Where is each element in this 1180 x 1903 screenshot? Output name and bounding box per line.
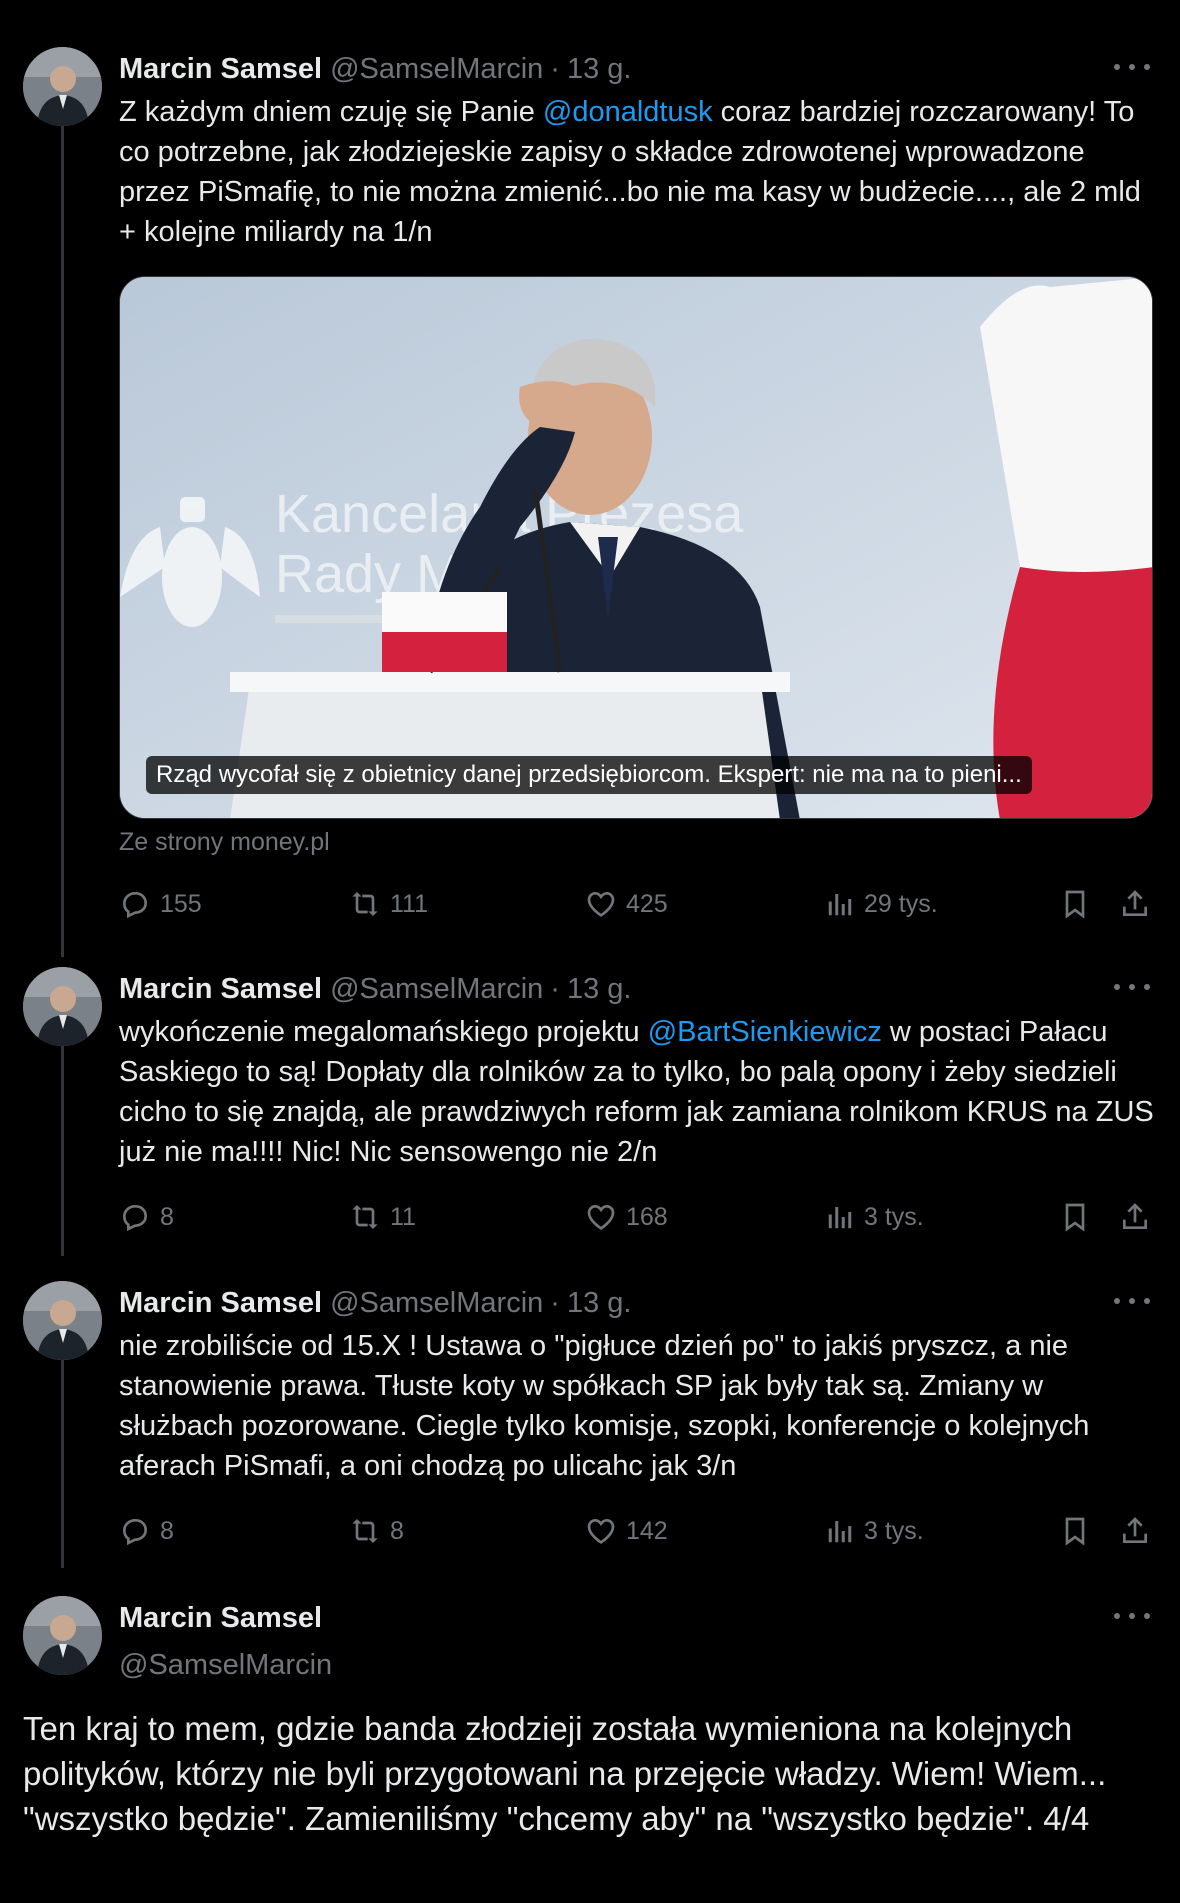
tweet-text-part: Z każdym dniem czuję się Panie [119,96,543,128]
reply-icon [122,1205,148,1232]
views-chart-icon [828,1521,852,1543]
tweet-text: Z każdym dniem czuję się Panie @donaldtu… [119,92,1159,252]
like-button[interactable]: 168 [585,1197,668,1237]
mention-link[interactable]: @donaldtusk [543,96,713,128]
more-options-icon[interactable] [1114,977,1150,997]
bookmark-icon [1065,1517,1085,1546]
tweet-4-focused[interactable]: Marcin Samsel @SamselMarcin Ten kraj to … [0,1596,1180,1896]
separator-dot: · [550,1286,560,1319]
avatar[interactable] [23,47,102,126]
author-handle[interactable]: @SamselMarcin [330,973,543,1006]
avatar[interactable] [23,1596,102,1675]
bookmark-button[interactable] [1059,884,1091,924]
repost-icon [352,1519,378,1543]
reply-count: 155 [160,889,202,918]
tweet-header: Marcin Samsel @SamselMarcin · 13 g. [119,1286,631,1320]
separator-dot: · [550,52,560,85]
share-button[interactable] [1119,884,1151,924]
reply-count: 8 [160,1516,174,1545]
tweet-text-part: wykończenie megalomańskiego projektu [119,1016,648,1048]
views-button[interactable]: 3 tys. [825,1511,924,1551]
like-button[interactable]: 425 [585,884,668,924]
share-button[interactable] [1119,1511,1151,1551]
card-image: Kancelaria Prezesa Rady Ministrów [120,277,1152,818]
share-icon [1123,1203,1147,1229]
share-icon [1123,1517,1147,1543]
author-handle[interactable]: @SamselMarcin [330,1287,543,1320]
like-count: 425 [626,889,668,918]
reply-button[interactable]: 155 [119,884,202,924]
author-handle[interactable]: @SamselMarcin [330,53,543,86]
repost-button[interactable]: 11 [349,1197,416,1237]
views-button[interactable]: 29 tys. [825,884,938,924]
views-count: 29 tys. [864,889,938,918]
views-count: 3 tys. [864,1202,924,1231]
author-name[interactable]: Marcin Samsel [119,1602,322,1635]
timestamp[interactable]: 13 g. [567,1287,632,1320]
tweet-3[interactable]: Marcin Samsel @SamselMarcin · 13 g. nie … [0,1281,1180,1581]
share-button[interactable] [1119,1197,1151,1237]
bookmark-button[interactable] [1059,1197,1091,1237]
share-icon [1123,890,1147,916]
author-name[interactable]: Marcin Samsel [119,973,322,1006]
more-options-icon[interactable] [1114,1291,1150,1311]
views-chart-icon [828,894,852,916]
timestamp[interactable]: 13 g. [567,53,632,86]
repost-count: 8 [390,1516,404,1545]
author-name[interactable]: Marcin Samsel [119,53,322,86]
mention-link[interactable]: @BartSienkiewicz [648,1016,882,1048]
author-name[interactable]: Marcin Samsel [119,1287,322,1320]
repost-button[interactable]: 111 [349,884,428,924]
heart-icon [587,891,615,917]
tweet-text: nie zrobiliście od 15.X ! Ustawa o "pigł… [119,1330,1090,1482]
more-options-icon[interactable] [1114,57,1150,77]
tweet-actions: 155 111 425 29 tys. [119,884,1159,924]
tweet-2[interactable]: Marcin Samsel @SamselMarcin · 13 g. wyko… [0,967,1180,1267]
tweet-text: Ten kraj to mem, gdzie banda złodzieji z… [23,1710,1107,1837]
more-options-icon[interactable] [1114,1606,1150,1626]
timestamp[interactable]: 13 g. [567,973,632,1006]
reply-button[interactable]: 8 [119,1197,174,1237]
tweet-actions: 8 8 142 3 tys. [119,1511,1159,1551]
link-card[interactable]: Kancelaria Prezesa Rady Ministrów [119,276,1153,819]
reply-icon [122,892,148,919]
avatar[interactable] [23,967,102,1046]
like-button[interactable]: 142 [585,1511,668,1551]
repost-count: 11 [390,1202,416,1231]
bookmark-icon [1065,890,1085,919]
tweet-header: Marcin Samsel @SamselMarcin · 13 g. [119,972,631,1006]
bookmark-button[interactable] [1059,1511,1091,1551]
reply-button[interactable]: 8 [119,1511,174,1551]
heart-icon [587,1518,615,1544]
tweet-text: wykończenie megalomańskiego projektu @Ba… [119,1012,1159,1172]
heart-icon [587,1204,615,1230]
like-count: 168 [626,1202,668,1231]
card-source[interactable]: Ze strony money.pl [119,828,330,857]
repost-icon [352,1205,378,1229]
tweet-actions: 8 11 168 3 tys. [119,1197,1159,1237]
author-handle[interactable]: @SamselMarcin [119,1649,332,1682]
card-caption: Rząd wycofał się z obietnicy danej przed… [146,756,1032,794]
views-chart-icon [828,1207,852,1229]
views-button[interactable]: 3 tys. [825,1197,924,1237]
like-count: 142 [626,1516,668,1545]
separator-dot: · [550,972,560,1005]
reply-count: 8 [160,1202,174,1231]
tweet-header: Marcin Samsel @SamselMarcin · 13 g. [119,52,631,86]
reply-icon [122,1519,148,1546]
tweet-header: Marcin Samsel [119,1601,322,1635]
repost-count: 111 [390,889,429,918]
tweet-1[interactable]: Marcin Samsel @SamselMarcin · 13 g. Z ka… [0,47,1180,927]
repost-button[interactable]: 8 [349,1511,404,1551]
avatar[interactable] [23,1281,102,1360]
bookmark-icon [1065,1203,1085,1232]
views-count: 3 tys. [864,1516,924,1545]
repost-icon [352,892,378,916]
